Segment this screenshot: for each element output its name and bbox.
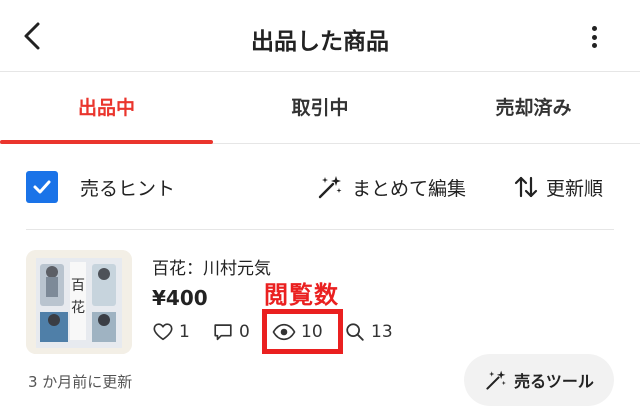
bulk-edit-button[interactable]: まとめて編集 <box>316 169 466 205</box>
tab-in-transaction[interactable]: 取引中 <box>213 72 427 144</box>
tab-bar: 出品中 取引中 売却済み <box>0 72 640 144</box>
search-icon <box>346 323 364 341</box>
bulk-edit-label: まとめて編集 <box>352 177 467 200</box>
sell-tools-label: 売るツール <box>514 372 594 391</box>
heart-icon <box>153 323 173 341</box>
item-thumbnail[interactable]: 百 花 <box>26 250 132 354</box>
book-cover-image: 百 花 <box>26 250 132 354</box>
comment-icon <box>214 324 232 341</box>
more-dot-icon <box>591 34 597 40</box>
comments-stat: 0 <box>212 320 250 344</box>
sort-arrows-icon <box>514 176 538 198</box>
magic-wand-icon <box>486 370 507 390</box>
more-dot-icon <box>591 43 597 48</box>
sell-hint-checkbox[interactable] <box>26 171 58 203</box>
searches-count: 13 <box>371 322 393 342</box>
list-toolbar: 売るヒント まとめて編集 更新順 <box>0 145 640 229</box>
listing-item[interactable]: 百 花 百花：川村元気 ¥400 1 0 10 13 閲覧数 3 か月前に更新 … <box>0 230 640 416</box>
checkmark-icon <box>33 180 51 194</box>
svg-text:百: 百 <box>71 278 85 294</box>
sort-button[interactable]: 更新順 <box>512 169 603 205</box>
tab-sold[interactable]: 売却済み <box>427 72 640 144</box>
views-annotation-label: 閲覧数 <box>264 281 339 309</box>
searches-stat: 13 <box>344 320 393 344</box>
likes-stat: 1 <box>152 320 190 344</box>
more-options-button[interactable] <box>588 22 600 52</box>
comments-count: 0 <box>239 322 250 342</box>
sort-label: 更新順 <box>546 177 604 200</box>
sell-hint-label: 売るヒント <box>80 178 176 200</box>
views-annotation-box <box>262 309 343 354</box>
active-tab-indicator <box>0 140 213 144</box>
tab-listing[interactable]: 出品中 <box>0 72 213 144</box>
updated-time: 3 か月前に更新 <box>28 373 133 391</box>
svg-text:花: 花 <box>71 300 85 316</box>
page-title: 出品した商品 <box>251 29 389 55</box>
item-price: ¥400 <box>152 286 208 310</box>
magic-wand-icon <box>318 176 342 199</box>
item-title[interactable]: 百花：川村元気 <box>152 254 271 279</box>
app-header: 出品した商品 <box>0 0 640 72</box>
likes-count: 1 <box>179 322 190 342</box>
sell-tools-button[interactable]: 売るツール <box>464 354 614 406</box>
more-dot-icon <box>591 26 597 31</box>
